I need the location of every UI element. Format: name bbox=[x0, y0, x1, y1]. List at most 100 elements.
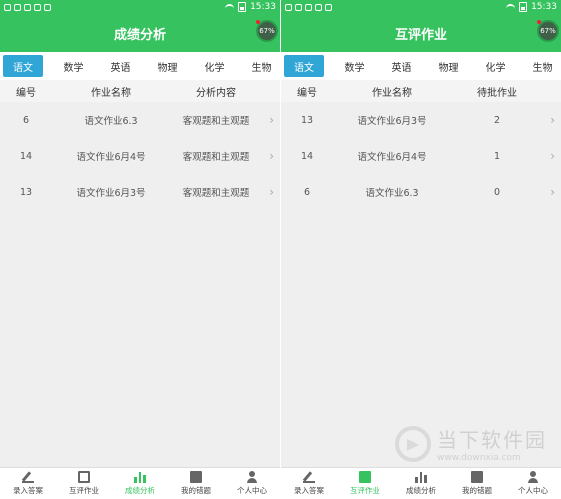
notification-icon bbox=[285, 3, 292, 11]
status-bar: 15:33 bbox=[281, 0, 561, 14]
nav-label: 个人中心 bbox=[518, 486, 548, 495]
table-header: 编号 作业名称 分析内容 bbox=[0, 80, 280, 102]
tab-english[interactable]: 英语 bbox=[97, 55, 144, 77]
header-pending: 待批作业 bbox=[477, 87, 517, 99]
screen-score-analysis: 15:33 成绩分析 67% 语文 数学 英语 物理 化学 生物 编号 作业名称… bbox=[0, 0, 280, 499]
cell-id: 13 bbox=[19, 186, 33, 198]
nav-label: 我的错题 bbox=[181, 486, 211, 495]
document-icon bbox=[359, 471, 371, 483]
table-row[interactable]: 6 语文作业6.3 0 › bbox=[281, 174, 561, 210]
bottom-nav: 录入答案 互评作业 成绩分析 我的错题 个人中心 bbox=[0, 467, 280, 499]
app-bar: 互评作业 67% bbox=[281, 14, 561, 52]
tab-math[interactable]: 数学 bbox=[50, 55, 97, 77]
nav-label: 我的错题 bbox=[462, 486, 492, 495]
chevron-right-icon: › bbox=[550, 185, 555, 199]
tab-chinese[interactable]: 语文 bbox=[284, 55, 324, 77]
wifi-icon bbox=[506, 4, 516, 10]
cell-pending: 0 bbox=[493, 186, 501, 198]
cell-name: 语文作业6月3号 bbox=[357, 116, 427, 127]
notification-icon bbox=[295, 3, 302, 11]
table-row[interactable]: 14 语文作业6月4号 客观题和主观题 › bbox=[0, 138, 280, 174]
chevron-right-icon: › bbox=[269, 185, 274, 199]
header-name: 作业名称 bbox=[91, 87, 131, 99]
notification-icon bbox=[315, 3, 322, 11]
watermark-logo-icon: ▶ bbox=[395, 425, 431, 462]
book-icon bbox=[471, 471, 483, 483]
watermark: ▶ 当下软件园 www.downxia.com bbox=[395, 424, 547, 463]
cell-name: 语文作业6月4号 bbox=[357, 152, 427, 163]
tab-biology[interactable]: 生物 bbox=[238, 55, 280, 77]
tab-biology[interactable]: 生物 bbox=[519, 55, 561, 77]
watermark-url: www.downxia.com bbox=[437, 453, 521, 463]
cell-id: 13 bbox=[300, 114, 314, 126]
wifi-icon bbox=[225, 4, 235, 10]
pencil-icon bbox=[303, 471, 315, 483]
cell-pending: 1 bbox=[493, 150, 501, 162]
tab-math[interactable]: 数学 bbox=[331, 55, 378, 77]
status-time: 15:33 bbox=[250, 2, 276, 12]
notification-icons bbox=[4, 3, 51, 11]
cell-id: 6 bbox=[22, 114, 30, 126]
battery-icon bbox=[519, 2, 528, 12]
notification-icon bbox=[34, 3, 41, 11]
nav-label: 互评作业 bbox=[350, 486, 380, 495]
user-icon bbox=[527, 471, 539, 483]
header-id: 编号 bbox=[297, 87, 317, 99]
battery-icon bbox=[238, 2, 247, 12]
cell-content: 客观题和主观题 bbox=[182, 116, 250, 127]
nav-label: 个人中心 bbox=[237, 486, 267, 495]
subject-tabs: 语文 数学 英语 物理 化学 生物 bbox=[281, 52, 561, 80]
notification-icon bbox=[305, 3, 312, 11]
bar-chart-icon bbox=[134, 471, 147, 483]
nav-peer-review[interactable]: 互评作业 bbox=[337, 468, 393, 499]
table-row[interactable]: 13 语文作业6月3号 客观题和主观题 › bbox=[0, 174, 280, 210]
header-name: 作业名称 bbox=[372, 87, 412, 99]
nav-label: 录入答案 bbox=[294, 486, 324, 495]
cell-id: 14 bbox=[300, 150, 314, 162]
chevron-right-icon: › bbox=[269, 113, 274, 127]
user-icon bbox=[246, 471, 258, 483]
page-title: 互评作业 bbox=[394, 27, 447, 43]
tab-chemistry[interactable]: 化学 bbox=[472, 55, 519, 77]
status-time: 15:33 bbox=[531, 2, 557, 12]
cell-content: 客观题和主观题 bbox=[182, 188, 250, 199]
table-row[interactable]: 6 语文作业6.3 客观题和主观题 › bbox=[0, 102, 280, 138]
bar-chart-icon bbox=[415, 471, 428, 483]
nav-personal-center[interactable]: 个人中心 bbox=[224, 468, 280, 499]
tab-chinese[interactable]: 语文 bbox=[3, 55, 43, 77]
nav-enter-answers[interactable]: 录入答案 bbox=[281, 468, 337, 499]
nav-score-analysis[interactable]: 成绩分析 bbox=[393, 468, 449, 499]
cell-content: 客观题和主观题 bbox=[182, 152, 250, 163]
notification-icon bbox=[325, 3, 332, 11]
tab-english[interactable]: 英语 bbox=[378, 55, 425, 77]
table-header: 编号 作业名称 待批作业 bbox=[281, 80, 561, 102]
memory-badge[interactable]: 67% bbox=[256, 20, 278, 42]
nav-score-analysis[interactable]: 成绩分析 bbox=[112, 468, 168, 499]
chevron-right-icon: › bbox=[269, 149, 274, 163]
status-bar: 15:33 bbox=[0, 0, 280, 14]
notification-icon bbox=[14, 3, 21, 11]
page-title: 成绩分析 bbox=[113, 27, 166, 43]
tab-chemistry[interactable]: 化学 bbox=[191, 55, 238, 77]
tab-physics[interactable]: 物理 bbox=[144, 55, 191, 77]
nav-wrong-questions[interactable]: 我的错题 bbox=[168, 468, 224, 499]
nav-personal-center[interactable]: 个人中心 bbox=[505, 468, 561, 499]
app-bar: 成绩分析 67% bbox=[0, 14, 280, 52]
tab-physics[interactable]: 物理 bbox=[425, 55, 472, 77]
table-row[interactable]: 14 语文作业6月4号 1 › bbox=[281, 138, 561, 174]
document-icon bbox=[78, 471, 90, 483]
bottom-nav: 录入答案 互评作业 成绩分析 我的错题 个人中心 bbox=[281, 467, 561, 499]
nav-label: 互评作业 bbox=[69, 486, 99, 495]
nav-label: 录入答案 bbox=[13, 486, 43, 495]
cell-id: 14 bbox=[19, 150, 33, 162]
header-id: 编号 bbox=[16, 87, 36, 99]
nav-peer-review[interactable]: 互评作业 bbox=[56, 468, 112, 499]
cell-name: 语文作业6月3号 bbox=[76, 188, 146, 199]
nav-label: 成绩分析 bbox=[406, 486, 436, 495]
header-content: 分析内容 bbox=[196, 87, 236, 99]
nav-enter-answers[interactable]: 录入答案 bbox=[0, 468, 56, 499]
nav-wrong-questions[interactable]: 我的错题 bbox=[449, 468, 505, 499]
screen-peer-review: 15:33 互评作业 67% 语文 数学 英语 物理 化学 生物 编号 作业名称… bbox=[281, 0, 561, 499]
table-row[interactable]: 13 语文作业6月3号 2 › bbox=[281, 102, 561, 138]
memory-badge[interactable]: 67% bbox=[537, 20, 559, 42]
